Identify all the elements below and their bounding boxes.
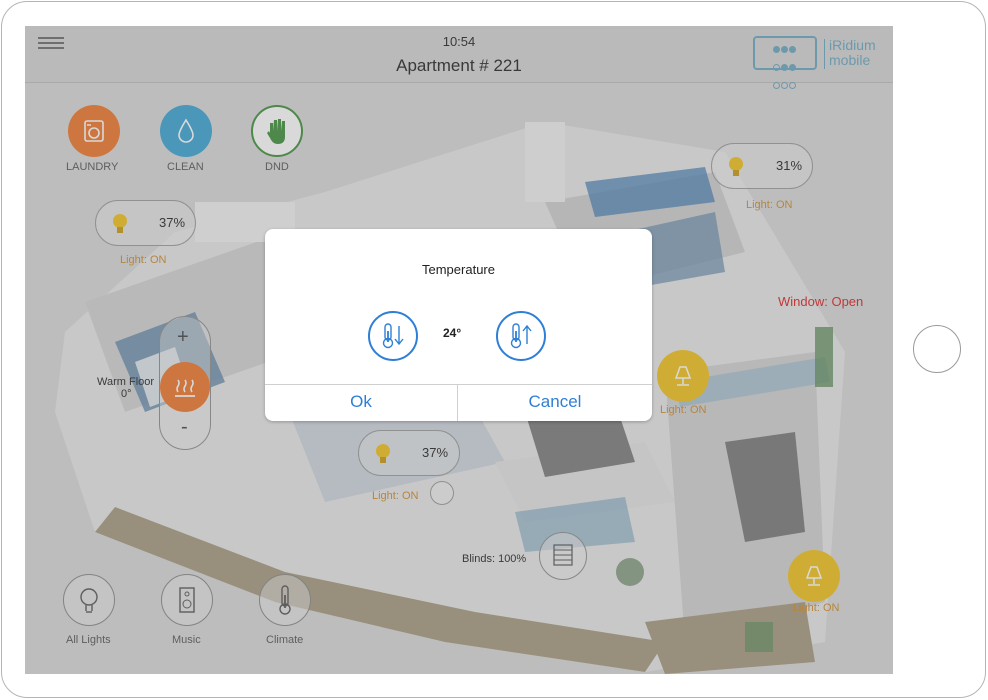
temperature-up-button[interactable] (496, 311, 546, 361)
thermometer-up-icon (510, 323, 532, 349)
thermometer-down-icon (382, 323, 404, 349)
temperature-value: 24° (443, 326, 462, 340)
cancel-button[interactable]: Cancel (458, 384, 652, 421)
temperature-dialog: Temperature 24° Ok Cancel (265, 229, 652, 421)
app-screen: 10:54 Apartment # 221 iRidium mobile LAUN… (25, 26, 893, 674)
ok-button[interactable]: Ok (265, 384, 458, 421)
dialog-title: Temperature (422, 262, 495, 277)
home-button[interactable] (913, 325, 961, 373)
temperature-down-button[interactable] (368, 311, 418, 361)
